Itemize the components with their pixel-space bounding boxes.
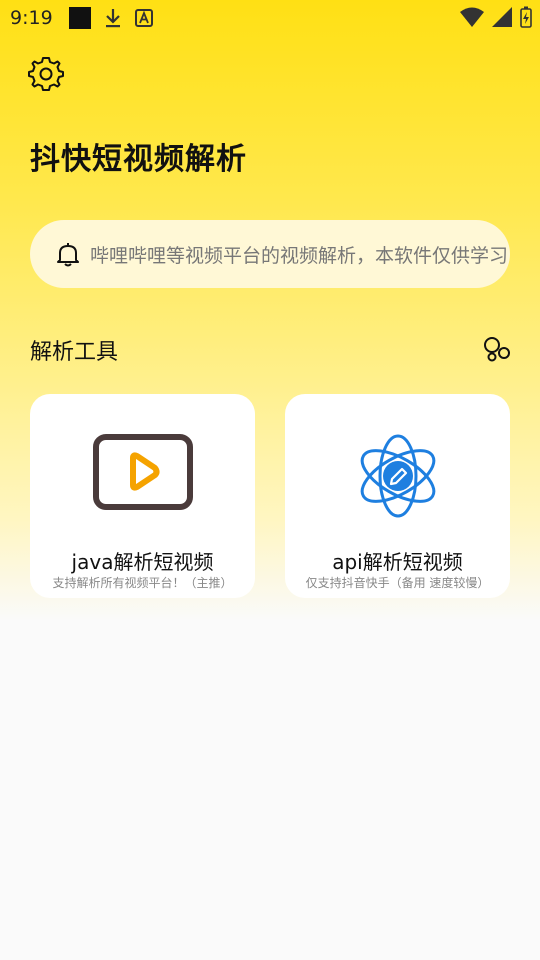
card-subtitle: 仅支持抖音快手（备用 速度较慢） — [305, 576, 490, 590]
gear-icon — [28, 57, 64, 91]
battery-charging-icon — [520, 6, 532, 28]
card-title: api解析短视频 — [332, 550, 463, 574]
video-play-icon — [92, 434, 193, 510]
status-notification-icons — [68, 7, 153, 29]
java-parse-card[interactable]: java解析短视频 支持解析所有视频平台！（主推） — [30, 394, 255, 598]
download-icon — [105, 9, 120, 28]
status-system-icons — [460, 6, 532, 28]
notice-banner[interactable]: 哔哩哔哩等视频平台的视频解析，本软件仅供学习 — [30, 220, 510, 288]
section-more-button[interactable] — [483, 336, 511, 362]
section-title: 解析工具 — [30, 340, 119, 365]
wifi-icon — [460, 7, 484, 27]
atom-pencil-icon — [360, 434, 435, 518]
card-subtitle: 支持解析所有视频平台！（主推） — [52, 576, 233, 590]
signal-icon — [492, 7, 512, 27]
settings-button[interactable] — [26, 54, 66, 94]
notice-text: 哔哩哔哩等视频平台的视频解析，本软件仅供学习 — [90, 244, 509, 267]
bubbles-icon — [484, 337, 510, 362]
font-a-icon — [134, 9, 153, 27]
status-bar: 9:19 — [0, 0, 540, 36]
notification-square-icon — [68, 7, 91, 29]
bell-icon — [57, 243, 79, 267]
status-time: 9:19 — [10, 7, 53, 29]
card-title: java解析短视频 — [71, 550, 214, 574]
page-title: 抖快短视频解析 — [30, 142, 247, 177]
api-parse-card[interactable]: api解析短视频 仅支持抖音快手（备用 速度较慢） — [285, 394, 510, 598]
